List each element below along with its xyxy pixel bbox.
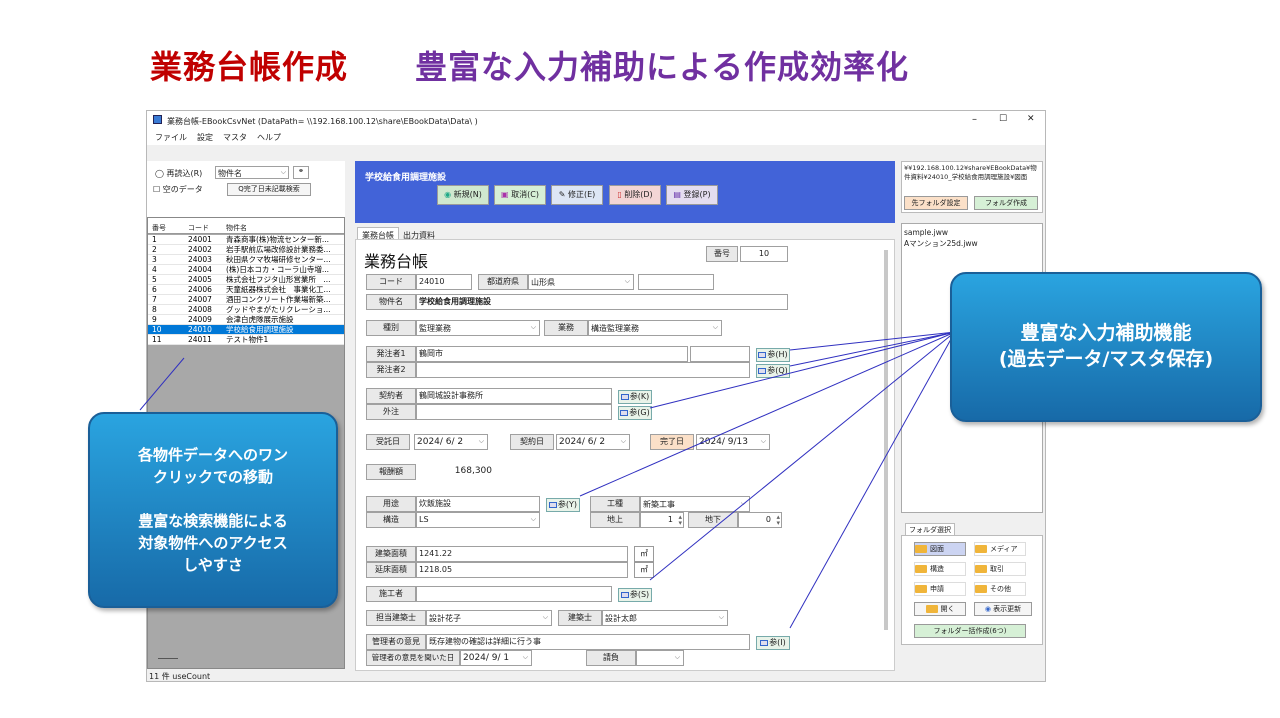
input-assist-callout: 豊富な入力補助機能 (過去データ/マスタ保存): [950, 272, 1262, 422]
navigation-callout: 各物件データへのワン クリックでの移動 豊富な検索機能による 対象物件へのアクセ…: [88, 412, 338, 608]
